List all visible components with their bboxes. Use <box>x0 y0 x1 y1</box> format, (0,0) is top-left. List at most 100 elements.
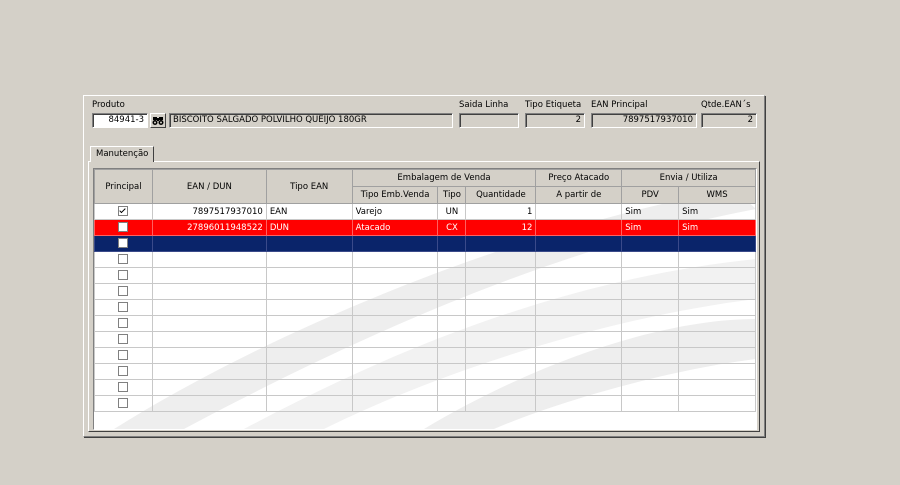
cell-wms[interactable] <box>678 315 756 332</box>
table-row[interactable]: 7897517937010 EAN Varejo UN 1 Sim Sim <box>94 203 756 220</box>
checkbox-icon[interactable] <box>118 222 129 233</box>
cell-ean[interactable] <box>151 251 267 268</box>
cell-tipo[interactable]: UN <box>437 203 467 220</box>
cell-ean[interactable] <box>151 235 267 252</box>
cell-wms[interactable] <box>678 267 756 284</box>
cell-a-partir-de[interactable] <box>535 235 623 252</box>
table-row[interactable] <box>94 235 756 252</box>
checkbox-icon[interactable] <box>118 318 129 329</box>
cell-principal[interactable] <box>94 219 153 236</box>
cell-tipo[interactable] <box>437 395 467 412</box>
table-row[interactable] <box>94 379 756 396</box>
cell-ean[interactable] <box>151 315 267 332</box>
tab-manutencao[interactable]: Manutenção <box>90 146 155 162</box>
cell-wms[interactable]: Sim <box>678 203 756 220</box>
table-row[interactable] <box>94 315 756 332</box>
cell-tipo[interactable] <box>437 331 467 348</box>
cell-tipo-emb-venda[interactable] <box>351 315 439 332</box>
checkbox-icon[interactable] <box>118 334 129 345</box>
cell-tipo[interactable] <box>437 379 467 396</box>
cell-principal[interactable] <box>94 379 153 396</box>
cell-ean[interactable] <box>151 283 267 300</box>
cell-pdv[interactable] <box>621 283 680 300</box>
cell-tipo-emb-venda[interactable] <box>351 299 439 316</box>
cell-tipo-ean[interactable] <box>265 251 353 268</box>
checkbox-icon[interactable] <box>118 270 129 281</box>
checkbox-icon[interactable] <box>118 382 129 393</box>
cell-wms[interactable] <box>678 283 756 300</box>
cell-tipo[interactable] <box>437 235 467 252</box>
cell-ean[interactable] <box>151 363 267 380</box>
cell-quantidade[interactable] <box>465 315 537 332</box>
cell-pdv[interactable] <box>621 299 680 316</box>
cell-quantidade[interactable] <box>465 235 537 252</box>
table-row[interactable]: 27896011948522 DUN Atacado CX 12 Sim Sim <box>94 219 756 236</box>
cell-tipo[interactable] <box>437 251 467 268</box>
cell-principal[interactable] <box>94 347 153 364</box>
cell-tipo-emb-venda[interactable] <box>351 379 439 396</box>
checkbox-icon[interactable] <box>118 302 129 313</box>
table-row[interactable] <box>94 299 756 316</box>
cell-pdv[interactable] <box>621 379 680 396</box>
cell-quantidade[interactable] <box>465 347 537 364</box>
cell-quantidade[interactable] <box>465 363 537 380</box>
cell-wms[interactable] <box>678 363 756 380</box>
cell-tipo-ean[interactable]: EAN <box>265 203 353 220</box>
cell-wms[interactable] <box>678 235 756 252</box>
table-row[interactable] <box>94 283 756 300</box>
cell-principal[interactable] <box>94 251 153 268</box>
col-tipo[interactable]: Tipo <box>437 186 467 204</box>
cell-a-partir-de[interactable] <box>535 219 623 236</box>
cell-wms[interactable] <box>678 331 756 348</box>
cell-principal[interactable] <box>94 299 153 316</box>
cell-pdv[interactable]: Sim <box>621 219 680 236</box>
cell-principal[interactable] <box>94 267 153 284</box>
cell-a-partir-de[interactable] <box>535 331 623 348</box>
cell-tipo-ean[interactable] <box>265 331 353 348</box>
cell-quantidade[interactable]: 1 <box>465 203 537 220</box>
cell-a-partir-de[interactable] <box>535 283 623 300</box>
cell-wms[interactable] <box>678 379 756 396</box>
cell-wms[interactable] <box>678 251 756 268</box>
checkbox-icon[interactable] <box>118 254 129 265</box>
cell-tipo-emb-venda[interactable] <box>351 283 439 300</box>
cell-tipo-emb-venda[interactable] <box>351 347 439 364</box>
checkbox-icon[interactable] <box>118 366 129 377</box>
cell-principal[interactable] <box>94 395 153 412</box>
cell-principal[interactable] <box>94 203 153 220</box>
cell-ean[interactable] <box>151 267 267 284</box>
cell-tipo-emb-venda[interactable]: Atacado <box>351 219 439 236</box>
cell-a-partir-de[interactable] <box>535 315 623 332</box>
cell-tipo-emb-venda[interactable] <box>351 331 439 348</box>
col-a-partir-de[interactable]: A partir de <box>535 186 623 204</box>
cell-tipo-emb-venda[interactable] <box>351 395 439 412</box>
cell-pdv[interactable] <box>621 251 680 268</box>
col-ean-dun[interactable]: EAN / DUN <box>151 169 267 204</box>
cell-tipo-ean[interactable] <box>265 315 353 332</box>
cell-tipo-ean[interactable] <box>265 363 353 380</box>
cell-ean[interactable]: 7897517937010 <box>151 203 267 220</box>
cell-quantidade[interactable] <box>465 379 537 396</box>
cell-tipo-ean[interactable] <box>265 235 353 252</box>
checkbox-icon[interactable] <box>118 286 129 297</box>
cell-quantidade[interactable]: 12 <box>465 219 537 236</box>
cell-tipo-emb-venda[interactable] <box>351 363 439 380</box>
cell-principal[interactable] <box>94 331 153 348</box>
checkbox-icon[interactable] <box>118 206 129 217</box>
cell-ean[interactable] <box>151 395 267 412</box>
cell-tipo-ean[interactable] <box>265 283 353 300</box>
table-row[interactable] <box>94 363 756 380</box>
cell-principal[interactable] <box>94 363 153 380</box>
cell-ean[interactable]: 27896011948522 <box>151 219 267 236</box>
cell-principal[interactable] <box>94 235 153 252</box>
cell-wms[interactable] <box>678 347 756 364</box>
cell-pdv[interactable] <box>621 347 680 364</box>
cell-pdv[interactable] <box>621 395 680 412</box>
col-principal[interactable]: Principal <box>94 169 153 204</box>
cell-wms[interactable] <box>678 299 756 316</box>
cell-pdv[interactable] <box>621 331 680 348</box>
cell-tipo-emb-venda[interactable] <box>351 235 439 252</box>
table-row[interactable] <box>94 331 756 348</box>
col-quantidade[interactable]: Quantidade <box>465 186 537 204</box>
cell-tipo-emb-venda[interactable]: Varejo <box>351 203 439 220</box>
